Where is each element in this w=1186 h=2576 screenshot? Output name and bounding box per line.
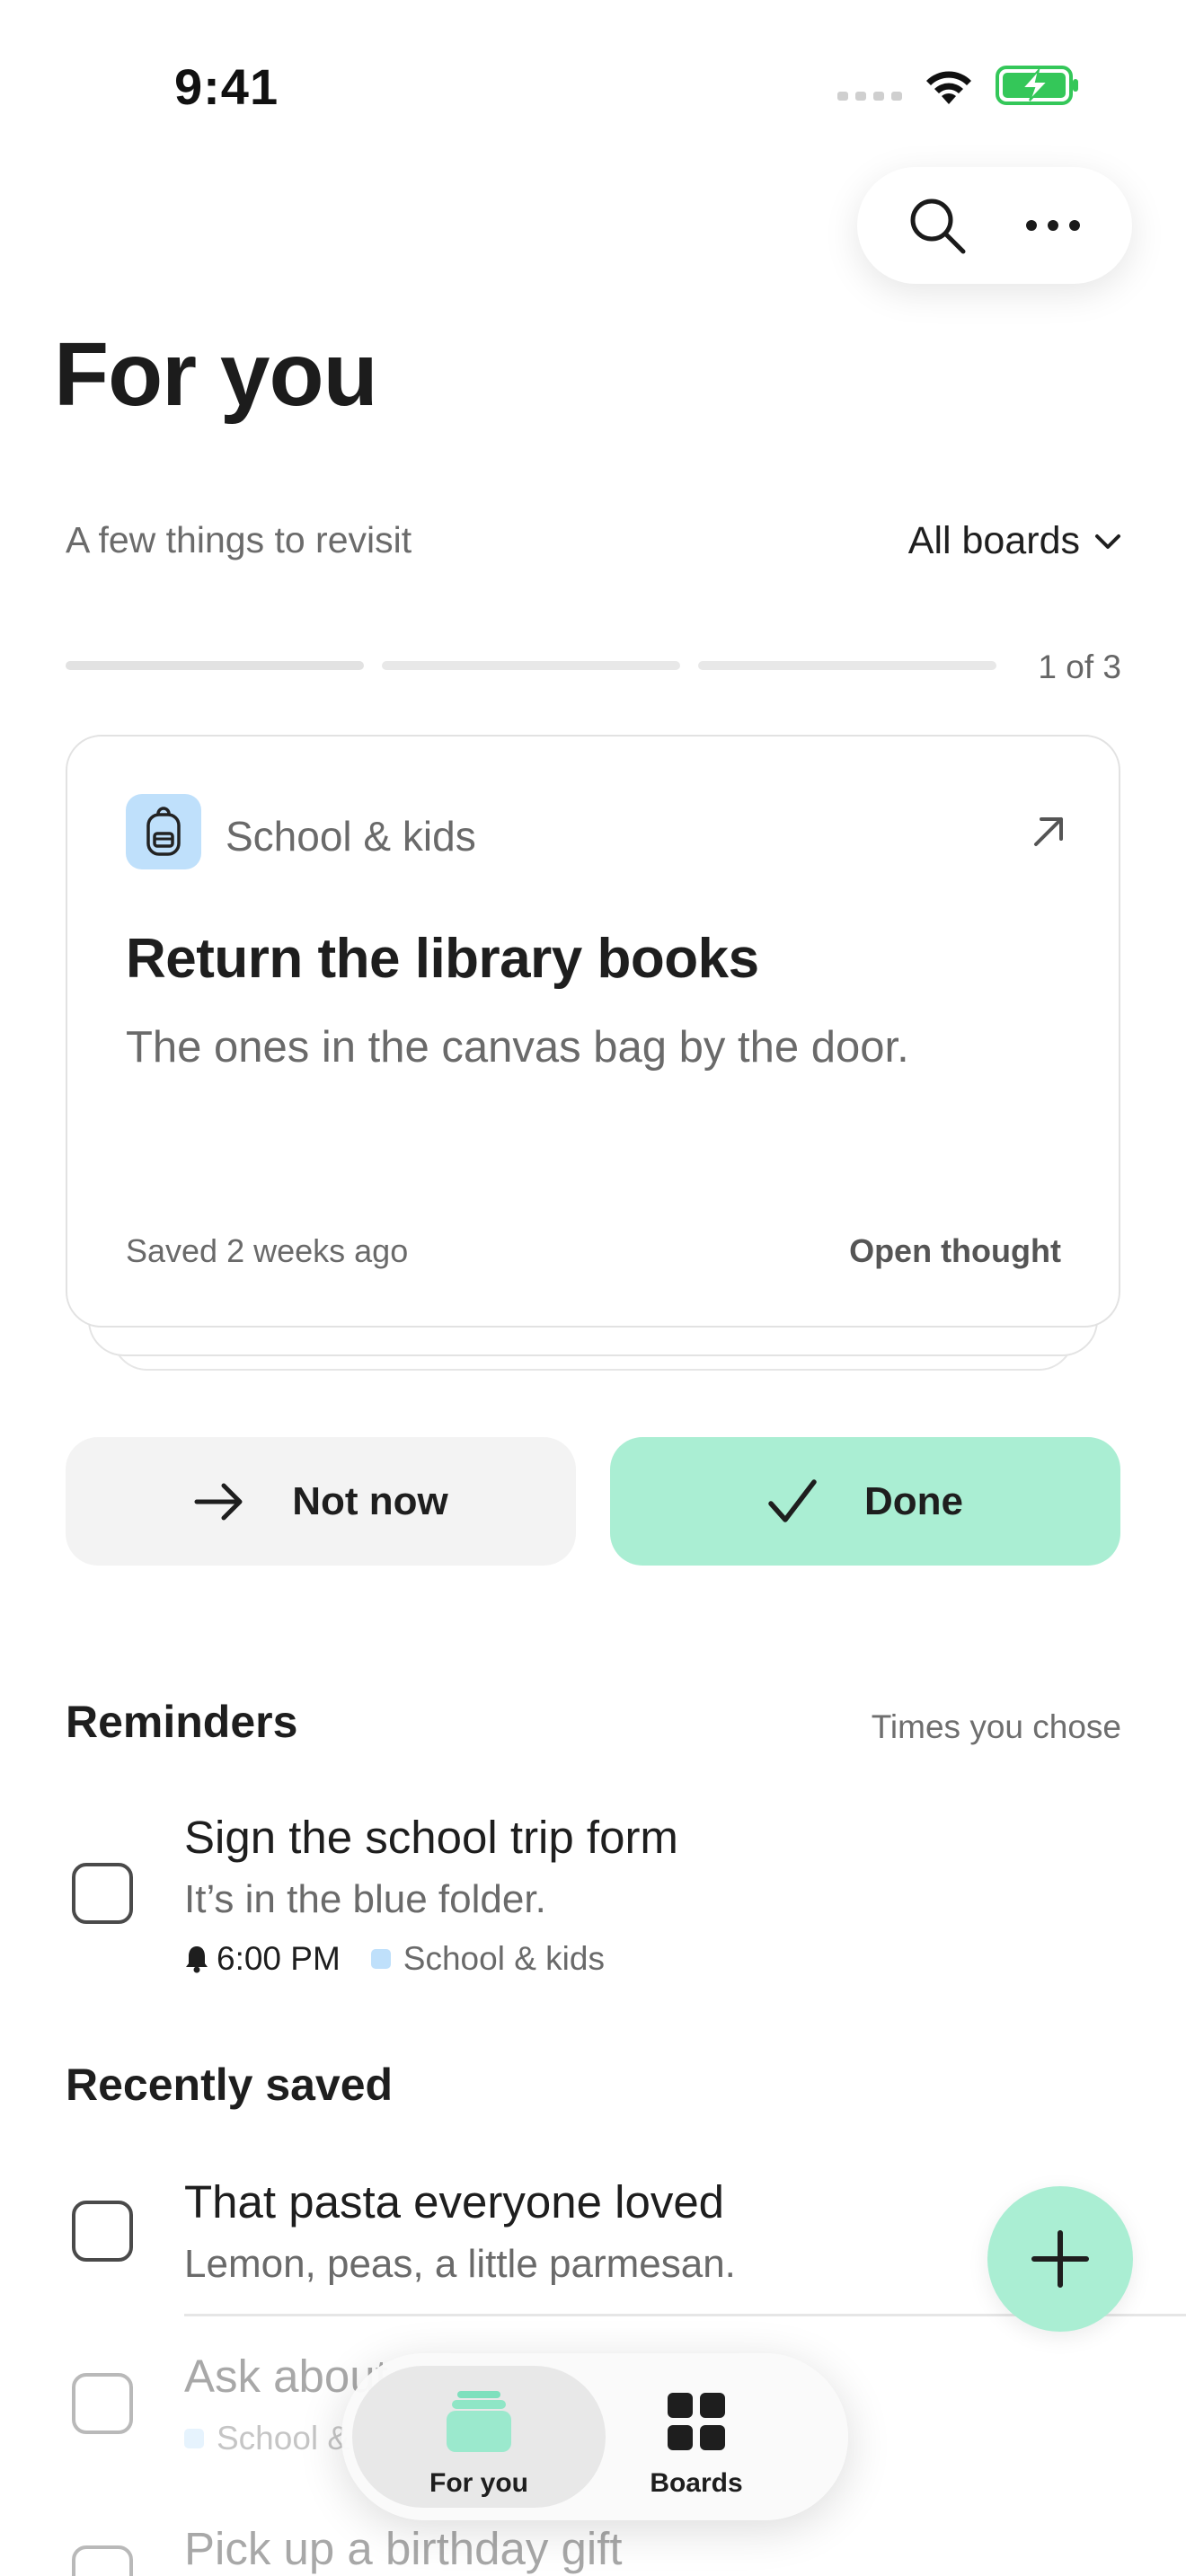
saved-item-title[interactable]: Pick up a birthday gift	[184, 2522, 623, 2575]
reminder-meta: 6:00 PM School & kids	[184, 1940, 605, 1978]
page-title: For you	[54, 324, 378, 425]
status-time: 9:41	[174, 58, 279, 115]
board-icon	[126, 794, 201, 869]
reminders-heading: Reminders	[66, 1697, 298, 1747]
not-now-button[interactable]: Not now	[66, 1437, 576, 1566]
not-now-label: Not now	[292, 1478, 448, 1523]
saved-item-title[interactable]: That pasta everyone loved	[184, 2175, 724, 2228]
done-label: Done	[864, 1478, 963, 1523]
reminder-board: School & kids	[403, 1940, 605, 1977]
stack-cards-icon	[447, 2391, 511, 2452]
tab-boards[interactable]: Boards	[584, 2387, 809, 2499]
top-actions-pill	[857, 167, 1132, 284]
wifi-icon	[926, 71, 971, 104]
tab-boards-label: Boards	[650, 2468, 743, 2498]
progress-count: 1 of 3	[1038, 648, 1121, 685]
tab-for-you[interactable]: For you	[352, 2387, 606, 2499]
saved-item-meta: School &	[184, 2420, 350, 2457]
open-external-button[interactable]	[1023, 807, 1074, 857]
board-color-dot	[184, 2429, 204, 2448]
saved-item-checkbox[interactable]	[72, 2373, 133, 2434]
more-horizontal-icon	[1025, 220, 1080, 231]
cellular-signal-icon	[837, 92, 902, 101]
bottom-tab-bar: For you Boards	[341, 2353, 848, 2520]
reminder-checkbox[interactable]	[72, 1863, 133, 1924]
board-filter-label: All boards	[907, 519, 1080, 562]
review-subtitle: A few things to revisit	[66, 519, 412, 560]
grid-icon	[668, 2393, 725, 2450]
board-color-dot	[370, 1949, 391, 1969]
status-icons	[837, 65, 1080, 106]
more-button[interactable]	[1004, 176, 1102, 275]
add-thought-button[interactable]	[987, 2186, 1133, 2332]
card-board-name: School & kids	[226, 813, 476, 860]
progress-segment	[382, 661, 680, 670]
search-button[interactable]	[888, 176, 987, 275]
board-filter-dropdown[interactable]: All boards	[908, 519, 1121, 563]
review-progress	[66, 661, 996, 670]
card-saved-time: Saved 2 weeks ago	[126, 1232, 409, 1269]
open-thought-button[interactable]: Open thought	[849, 1232, 1061, 1270]
recently-saved-heading: Recently saved	[66, 2060, 394, 2110]
tab-for-you-label: For you	[429, 2468, 528, 2498]
backpack-icon	[146, 807, 181, 856]
arrow-right-icon	[194, 1483, 243, 1520]
progress-segment	[66, 661, 364, 670]
reminders-hint: Times you chose	[871, 1708, 1121, 1745]
card-body: The ones in the canvas bag by the door.	[126, 1023, 909, 1072]
search-icon	[910, 198, 965, 254]
arrow-up-right-icon	[1034, 817, 1063, 846]
saved-item-checkbox[interactable]	[72, 2201, 133, 2262]
battery-charging-icon	[996, 66, 1078, 105]
reminder-time: 6:00 PM	[217, 1940, 341, 1977]
reminder-note: It’s in the blue folder.	[184, 1877, 546, 1921]
done-button[interactable]: Done	[610, 1437, 1120, 1566]
progress-segment	[698, 661, 996, 670]
saved-item-checkbox[interactable]	[72, 2545, 133, 2576]
thought-card[interactable]: School & kids Return the library books T…	[66, 735, 1120, 1328]
reminder-title[interactable]: Sign the school trip form	[184, 1811, 678, 1864]
saved-item-note: Lemon, peas, a little parmesan.	[184, 2242, 736, 2286]
saved-item-board: School &	[217, 2420, 350, 2457]
checkmark-icon	[768, 1478, 817, 1522]
plus-icon	[1031, 2230, 1089, 2288]
bell-icon	[186, 1946, 208, 1973]
chevron-down-icon	[1095, 534, 1120, 549]
card-title: Return the library books	[126, 928, 759, 990]
